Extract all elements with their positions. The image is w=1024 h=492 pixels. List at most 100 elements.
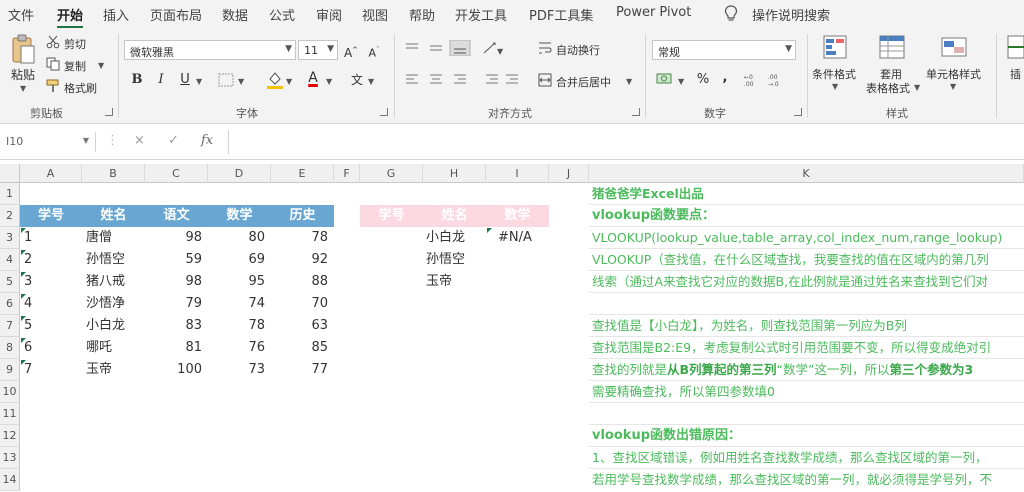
horizontal-align-icons[interactable] <box>404 72 484 86</box>
format-as-table-label-2[interactable]: 表格格式 <box>866 80 910 96</box>
merge-center-button[interactable]: 合并后居中 <box>556 74 611 90</box>
clipboard-launcher-icon[interactable] <box>105 108 113 116</box>
underline-button[interactable]: U <box>176 70 194 90</box>
copy-button[interactable]: 复制 <box>64 58 86 74</box>
tab-developer[interactable]: 开发工具 <box>455 5 507 24</box>
more-options-icon[interactable]: ⋮ <box>106 133 119 148</box>
table-cell[interactable]: 98 <box>145 271 208 293</box>
border-icon[interactable] <box>218 73 234 87</box>
row-header-8[interactable]: 8 <box>0 337 20 359</box>
format-painter-icon[interactable] <box>46 79 60 93</box>
table-cell[interactable]: 63 <box>271 315 334 337</box>
cell-styles-button[interactable]: 单元格样式 <box>926 66 981 82</box>
insert-cells-icon[interactable] <box>1006 34 1024 62</box>
merge-dropdown-icon[interactable]: ▼ <box>626 77 632 86</box>
format-as-table-icon[interactable] <box>878 34 906 62</box>
tab-review[interactable]: 审阅 <box>316 5 342 24</box>
merge-center-icon[interactable] <box>538 73 552 87</box>
table-cell[interactable]: 76 <box>208 337 271 359</box>
row-header-9[interactable]: 9 <box>0 359 20 381</box>
underline-dropdown-icon[interactable]: ▼ <box>196 77 202 86</box>
note-line-mixed[interactable]: 查找的列就是从B列算起的第三列“数学”这一列，所以第三个参数为3 <box>592 359 1024 381</box>
percent-button[interactable]: % <box>694 70 712 90</box>
conditional-format-icon[interactable] <box>822 34 850 62</box>
note-line[interactable]: 查找值是【小白龙】，为姓名，则查找范围第一列应为B列 <box>592 315 1024 337</box>
number-launcher-icon[interactable] <box>794 108 802 116</box>
table-cell[interactable]: 70 <box>271 293 334 315</box>
lookup-name-cell[interactable]: 玉帝 <box>426 271 486 293</box>
lookup-header-name[interactable]: 姓名 <box>423 205 486 227</box>
row-header-5[interactable]: 5 <box>0 271 20 293</box>
table-cell[interactable]: 7 <box>24 359 82 381</box>
note-line[interactable]: VLOOKUP（查找值，在什么区域查找，我要查找的值在区域内的第几列 <box>592 249 1024 271</box>
table-cell[interactable]: 80 <box>208 227 271 249</box>
table-cell[interactable]: 哪吒 <box>86 337 145 359</box>
row-header-4[interactable]: 4 <box>0 249 20 271</box>
table-cell[interactable]: 79 <box>145 293 208 315</box>
column-header-h[interactable]: H <box>423 164 486 183</box>
table-cell[interactable]: 74 <box>208 293 271 315</box>
tab-file[interactable]: 文件 <box>8 5 34 24</box>
fill-color-icon[interactable] <box>266 70 284 90</box>
vertical-align-icons[interactable] <box>404 40 474 56</box>
copy-dropdown-icon[interactable]: ▼ <box>98 61 104 70</box>
table-cell[interactable]: 孙悟空 <box>86 249 145 271</box>
table-dropdown-icon[interactable]: ▼ <box>914 83 920 92</box>
note-line[interactable]: 若用学号查找数学成绩，那么查找区域的第一列，就必须得是学号列，不 <box>592 469 1024 491</box>
tab-view[interactable]: 视图 <box>362 5 388 24</box>
indent-icons[interactable] <box>484 72 524 86</box>
note-heading-errors[interactable]: vlookup函数出错原因： <box>592 425 1024 447</box>
column-header-b[interactable]: B <box>82 164 145 183</box>
table-cell[interactable]: 1 <box>24 227 82 249</box>
row-header-6[interactable]: 6 <box>0 293 20 315</box>
insert-cells-button[interactable]: 插 <box>1010 66 1021 82</box>
tab-power-pivot[interactable]: Power Pivot <box>616 5 691 20</box>
increase-font-size-button[interactable]: A^ <box>342 40 360 60</box>
paste-icon[interactable] <box>10 34 36 66</box>
conditional-dropdown-icon[interactable]: ▼ <box>832 82 838 91</box>
row-header-3[interactable]: 3 <box>0 227 20 249</box>
table-cell[interactable]: 81 <box>145 337 208 359</box>
name-box[interactable]: I10 ▼ <box>0 132 96 152</box>
table-cell[interactable]: 唐僧 <box>86 227 145 249</box>
cell-styles-dropdown-icon[interactable]: ▼ <box>950 82 956 91</box>
table-header-id[interactable]: 学号 <box>20 205 82 227</box>
number-format-combo[interactable]: 常规 ▼ <box>652 40 796 60</box>
fill-color-dropdown-icon[interactable]: ▼ <box>286 77 292 86</box>
row-header-7[interactable]: 7 <box>0 315 20 337</box>
row-header-14[interactable]: 14 <box>0 469 20 491</box>
column-header-g[interactable]: G <box>360 164 423 183</box>
orientation-icon[interactable]: ▼ <box>481 40 507 56</box>
table-cell[interactable]: 59 <box>145 249 208 271</box>
note-line[interactable]: 需要精确查找，所以第四参数填0 <box>592 381 1024 403</box>
tab-data[interactable]: 数据 <box>222 5 248 24</box>
table-cell[interactable]: 83 <box>145 315 208 337</box>
font-launcher-icon[interactable] <box>380 108 388 116</box>
tab-formulas[interactable]: 公式 <box>269 5 295 24</box>
note-line[interactable]: 1、查找区域错误，例如用姓名查找数学成绩，那么查找区域的第一列， <box>592 447 1024 469</box>
bold-button[interactable]: B <box>128 70 146 90</box>
note-heading-key-points[interactable]: vlookup函数要点： <box>592 205 1024 227</box>
currency-dropdown-icon[interactable]: ▼ <box>678 77 684 86</box>
table-cell[interactable]: 85 <box>271 337 334 359</box>
row-header-2[interactable]: 2 <box>0 205 20 227</box>
table-header-chinese[interactable]: 语文 <box>145 205 208 227</box>
row-header-11[interactable]: 11 <box>0 403 20 425</box>
font-color-button[interactable]: A <box>304 68 322 88</box>
tab-insert[interactable]: 插入 <box>103 5 129 24</box>
lookup-name-cell[interactable]: 孙悟空 <box>426 249 486 271</box>
table-cell[interactable]: 2 <box>24 249 82 271</box>
decimal-icons[interactable]: ←0.00 .00→.0 <box>744 72 794 88</box>
phonetic-guide-button[interactable]: 文 <box>348 70 366 90</box>
note-credit[interactable]: 猪爸爸学Excel出品 <box>592 183 1024 205</box>
table-cell[interactable]: 5 <box>24 315 82 337</box>
cancel-icon[interactable]: × <box>134 133 145 148</box>
row-header-12[interactable]: 12 <box>0 425 20 447</box>
column-header-c[interactable]: C <box>145 164 208 183</box>
cut-button[interactable]: 剪切 <box>64 36 86 52</box>
table-cell[interactable]: 3 <box>24 271 82 293</box>
tab-home[interactable]: 开始 <box>57 5 84 29</box>
select-all-corner[interactable] <box>0 164 20 183</box>
lookup-header-id[interactable]: 学号 <box>360 205 423 227</box>
currency-icon[interactable] <box>656 72 674 86</box>
